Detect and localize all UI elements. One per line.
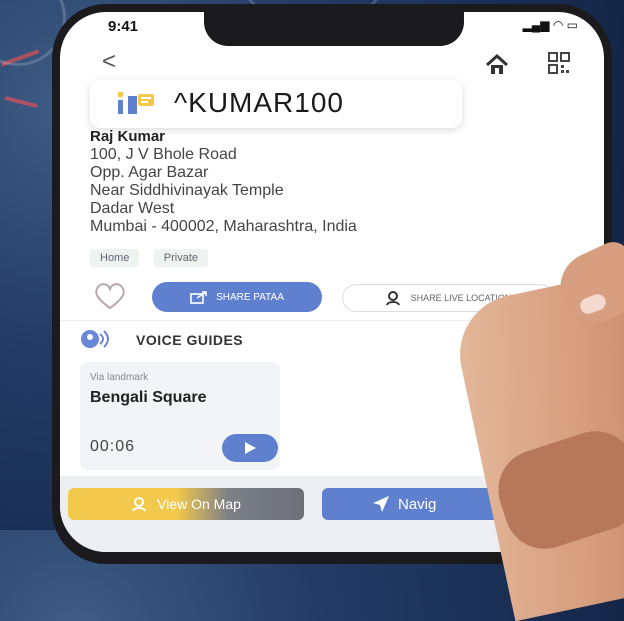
address-tags: Home Private	[90, 248, 218, 267]
address-block: Raj Kumar 100, J V Bhole Road Opp. Agar …	[90, 128, 560, 236]
share-pataa-label: SHARE PATAA	[216, 291, 284, 303]
voice-guides-title: VOICE GUIDES	[136, 332, 244, 348]
location-person-icon	[385, 291, 400, 306]
address-line: Opp. Agar Bazar	[90, 164, 209, 181]
status-icons: ▂▄▆ ◠ ▭	[522, 18, 578, 32]
heart-icon[interactable]	[92, 280, 128, 312]
address-code: ^KUMAR100	[174, 87, 344, 118]
qr-code-icon[interactable]	[548, 52, 570, 74]
address-line: 100, J V Bhole Road	[90, 146, 237, 163]
share-icon	[190, 291, 207, 304]
navigate-label: Navig	[398, 495, 437, 513]
share-pataa-button[interactable]: SHARE PATAA	[152, 282, 322, 312]
recipient-name: Raj Kumar	[90, 128, 166, 145]
address-line: Near Siddhivinayak Temple	[90, 182, 284, 199]
phone-notch	[204, 12, 464, 46]
view-on-map-button[interactable]: View On Map	[68, 488, 304, 520]
play-icon	[245, 442, 256, 454]
voice-guide-duration: 00:06	[90, 438, 136, 455]
status-time: 9:41	[108, 18, 139, 35]
back-button[interactable]: <	[102, 48, 116, 76]
play-button[interactable]	[222, 434, 278, 462]
view-on-map-label: View On Map	[157, 496, 241, 512]
map-pin-icon	[132, 497, 147, 512]
tag-private: Private	[153, 249, 209, 267]
tag-home: Home	[90, 249, 140, 267]
background-stripe	[4, 95, 38, 109]
pataa-logo-icon	[118, 92, 154, 114]
home-icon[interactable]	[484, 52, 510, 78]
voice-guide-caption: Via landmark	[90, 372, 149, 383]
address-line: Mumbai - 400002, Maharashtra, India	[90, 218, 357, 235]
voice-guide-place: Bengali Square	[90, 389, 207, 406]
voice-guide-card[interactable]: Via landmark Bengali Square 00:06	[80, 362, 280, 470]
address-code-box[interactable]: ^KUMAR100	[90, 80, 462, 128]
navigation-arrow-icon	[373, 496, 389, 512]
address-line: Dadar West	[90, 200, 175, 217]
voice-guide-icon	[81, 330, 109, 348]
